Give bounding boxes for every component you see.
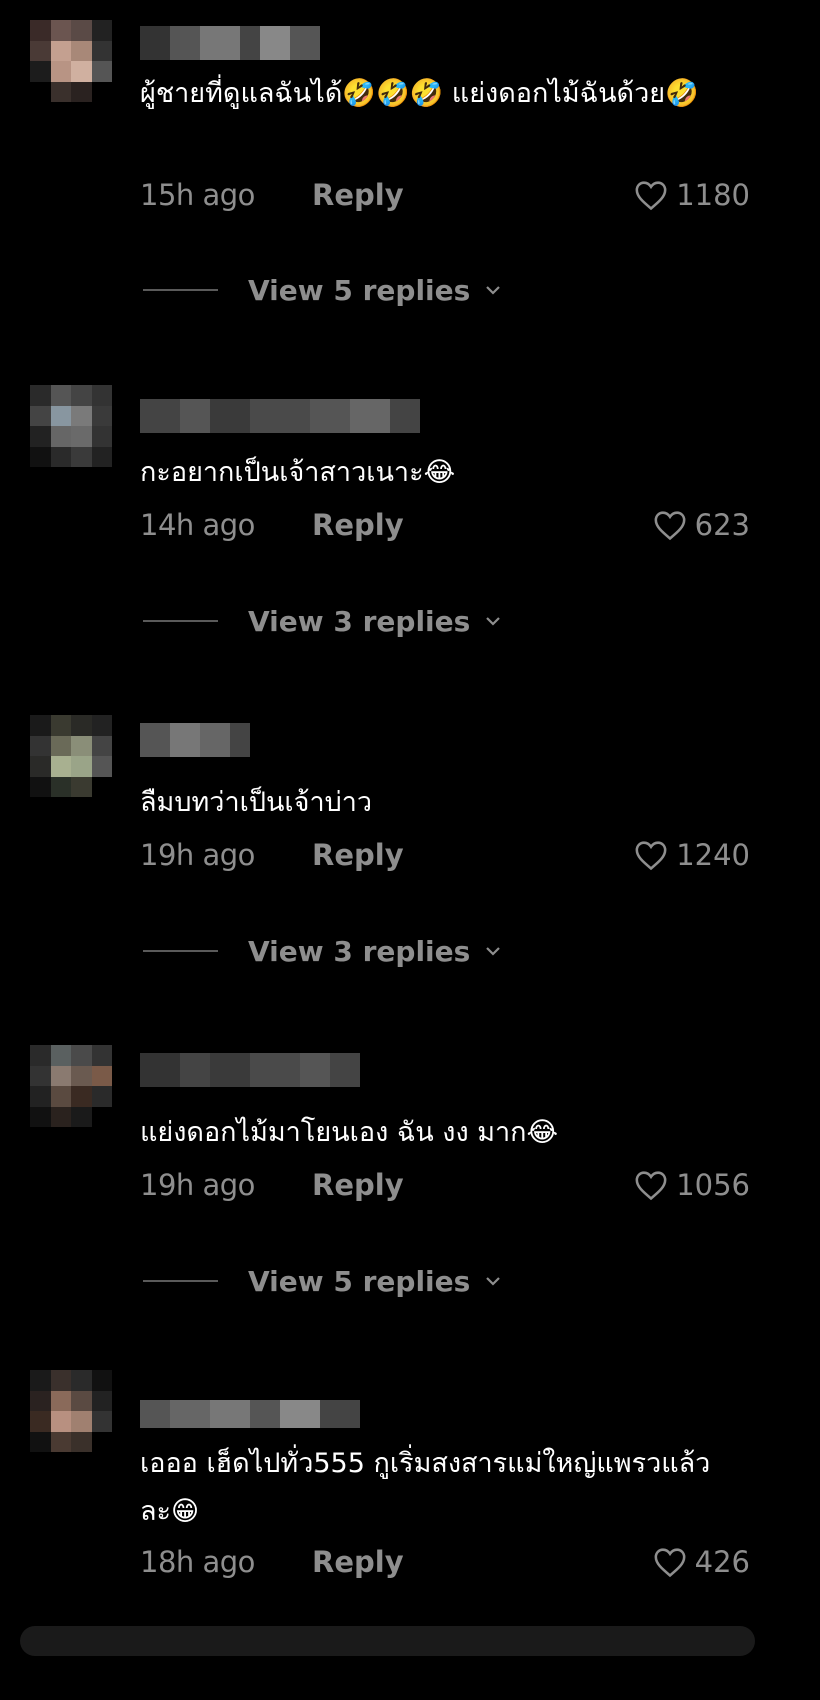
reply-button[interactable]: Reply	[312, 835, 404, 875]
comment-item: ผู้ชายที่ดูแลฉันได้🤣🤣🤣 แย่งดอกไม้ฉันด้วย…	[0, 20, 820, 350]
comment-text: กะอยากเป็นเจ้าสาวเนาะ😂	[140, 457, 456, 488]
heart-icon	[635, 841, 667, 871]
chevron-down-icon	[486, 1277, 501, 1286]
heart-icon	[635, 181, 667, 211]
comment-timestamp: 18h ago	[140, 1545, 255, 1579]
like-count: 1240	[676, 838, 750, 872]
like-count: 426	[694, 1545, 750, 1579]
reply-button[interactable]: Reply	[312, 1165, 404, 1205]
comment-item: กะอยากเป็นเจ้าสาวเนาะ😂 14h ago Reply 623…	[0, 385, 820, 715]
like-button[interactable]: 1180	[634, 175, 750, 215]
comment-timestamp: 19h ago	[140, 1168, 255, 1202]
heart-icon	[654, 511, 686, 541]
username-blurred[interactable]	[140, 1400, 360, 1428]
comment-text: ผู้ชายที่ดูแลฉันได้🤣🤣🤣 แย่งดอกไม้ฉันด้วย…	[140, 78, 699, 109]
comment-input-bar[interactable]	[20, 1626, 755, 1656]
view-replies-button[interactable]: View 5 replies	[143, 270, 502, 310]
avatar[interactable]	[30, 1045, 112, 1127]
like-button[interactable]: 623	[653, 505, 750, 545]
divider-line	[143, 289, 218, 291]
username-blurred[interactable]	[140, 723, 250, 757]
like-count: 1056	[676, 1168, 750, 1202]
username-blurred[interactable]	[140, 26, 320, 60]
divider-line	[143, 1280, 218, 1282]
comment-timestamp: 14h ago	[140, 508, 255, 542]
chevron-down-icon	[486, 617, 501, 626]
reply-button[interactable]: Reply	[312, 175, 404, 215]
username-blurred[interactable]	[140, 399, 420, 433]
view-replies-button[interactable]: View 3 replies	[143, 931, 502, 971]
view-replies-button[interactable]: View 5 replies	[143, 1261, 502, 1301]
avatar[interactable]	[30, 20, 112, 102]
chevron-down-icon	[486, 947, 501, 956]
comment-text: แย่งดอกไม้มาโยนเอง ฉัน งง มาก😂	[140, 1117, 559, 1148]
view-replies-label: View 5 replies	[248, 273, 471, 307]
like-button[interactable]: 426	[653, 1542, 750, 1582]
like-button[interactable]: 1056	[634, 1165, 750, 1205]
comment-item: ลืมบทว่าเป็นเจ้าบ่าว 19h ago Reply 1240 …	[0, 715, 820, 1045]
view-replies-label: View 3 replies	[248, 604, 471, 638]
view-replies-button[interactable]: View 3 replies	[143, 601, 502, 641]
chevron-down-icon	[486, 286, 501, 295]
like-count: 623	[694, 508, 750, 542]
comment-text: ลืมบทว่าเป็นเจ้าบ่าว	[140, 787, 373, 818]
view-replies-label: View 3 replies	[248, 934, 471, 968]
like-count: 1180	[676, 178, 750, 212]
reply-button[interactable]: Reply	[312, 505, 404, 545]
comment-timestamp: 19h ago	[140, 838, 255, 872]
avatar[interactable]	[30, 715, 112, 797]
avatar[interactable]	[30, 1370, 112, 1452]
like-button[interactable]: 1240	[634, 835, 750, 875]
divider-line	[143, 950, 218, 952]
heart-icon	[635, 1171, 667, 1201]
divider-line	[143, 620, 218, 622]
comment-item: แย่งดอกไม้มาโยนเอง ฉัน งง มาก😂 19h ago R…	[0, 1045, 820, 1375]
avatar[interactable]	[30, 385, 112, 467]
view-replies-label: View 5 replies	[248, 1264, 471, 1298]
comment-text: เอออ เฮ็ดไปทั่ว555 กูเริ่มสงสารแม่ใหญ่แพ…	[140, 1448, 711, 1527]
username-blurred[interactable]	[140, 1053, 360, 1087]
heart-icon	[654, 1548, 686, 1578]
comment-timestamp: 15h ago	[140, 178, 255, 212]
reply-button[interactable]: Reply	[312, 1542, 404, 1582]
